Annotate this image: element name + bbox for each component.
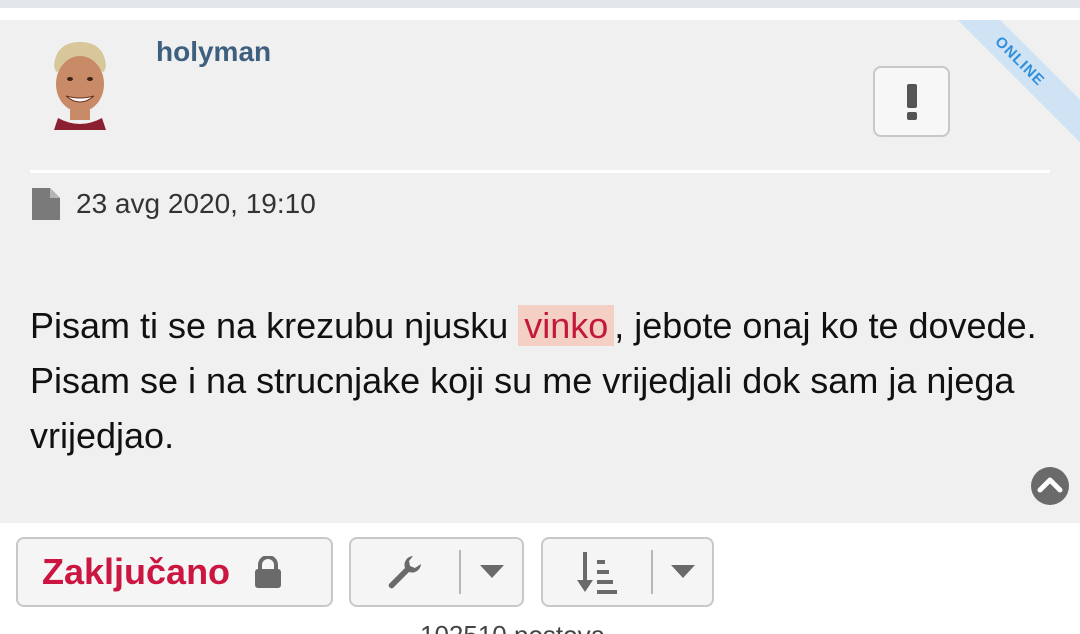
back-to-top-icon[interactable] xyxy=(1031,467,1069,505)
chevron-down-icon xyxy=(479,565,504,578)
wrench-icon xyxy=(388,556,421,589)
avatar[interactable] xyxy=(48,38,112,130)
post-count: 102510 postova xyxy=(420,620,605,634)
divider xyxy=(30,170,1050,173)
sort-dropdown-button[interactable] xyxy=(541,537,714,607)
online-ribbon: ONLINE xyxy=(938,20,1080,143)
forum-post: holyman ONLINE 23 avg 2020, 19:10 Pisam … xyxy=(0,20,1080,523)
post-date: 23 avg 2020, 19:10 xyxy=(76,188,316,219)
chevron-down-icon xyxy=(670,565,695,578)
username[interactable]: holyman xyxy=(156,36,271,68)
file-icon[interactable] xyxy=(32,188,60,220)
post-meta: 23 avg 2020, 19:10 xyxy=(32,188,316,220)
report-button[interactable] xyxy=(873,66,950,137)
lock-icon xyxy=(255,556,282,588)
top-strip xyxy=(0,0,1080,8)
content-text-before: Pisam ti se na krezubu njusku xyxy=(30,305,519,346)
post-content: Pisam ti se na krezubu njusku vinko, jeb… xyxy=(30,298,1040,463)
exclamation-icon xyxy=(906,83,917,120)
online-status: ONLINE xyxy=(991,32,1049,90)
locked-button[interactable]: Zaključano xyxy=(16,537,333,607)
sort-icon xyxy=(577,552,617,594)
highlighted-word: vinko xyxy=(518,305,615,346)
tools-dropdown-button[interactable] xyxy=(349,537,524,607)
locked-label: Zaključano xyxy=(42,551,231,592)
